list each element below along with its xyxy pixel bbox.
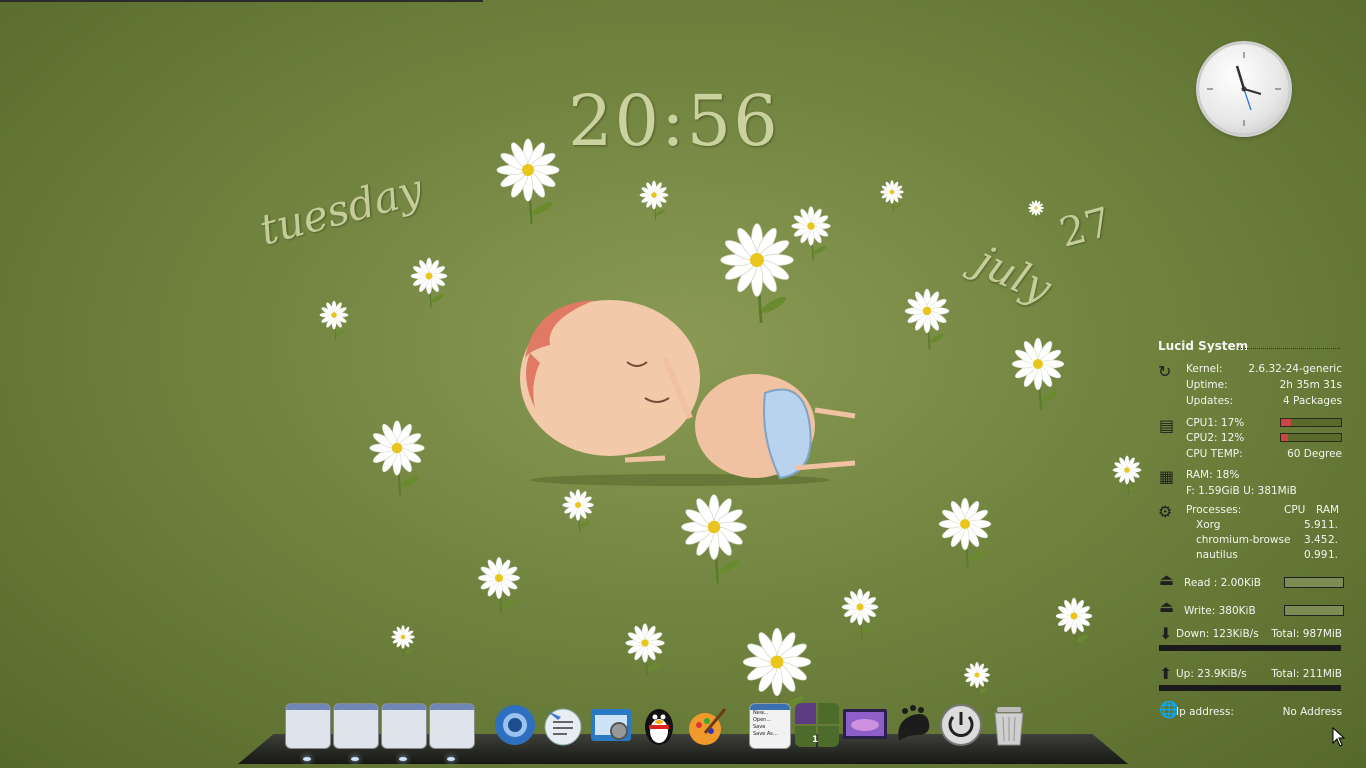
process-ram: 2. — [1328, 534, 1339, 546]
title-divider — [1238, 348, 1340, 349]
cpu2-gauge-fill — [1281, 434, 1289, 441]
clock-face-icon — [1207, 52, 1281, 126]
gear-icon: ⚙ — [1158, 502, 1173, 521]
memory-line: F: 1.59GiB U: 381MiB — [1186, 485, 1297, 497]
processes-label: Processes: — [1186, 504, 1242, 516]
camera-icon[interactable] — [589, 703, 633, 747]
ram-label: RAM: 18% — [1186, 469, 1240, 481]
ram-icon: ▦ — [1159, 467, 1175, 486]
write-graph — [1284, 605, 1344, 616]
mouse-pointer-icon — [1332, 727, 1346, 747]
paint-icon[interactable] — [685, 703, 729, 747]
menu-item-save: Save — [753, 724, 766, 730]
monitor-icon[interactable] — [843, 703, 887, 747]
window-thumb-2[interactable] — [333, 703, 379, 749]
menu-item-new: New... — [753, 710, 769, 716]
trash-icon[interactable] — [987, 703, 1031, 747]
up-label: Up: 23.9KiB/s — [1176, 668, 1247, 680]
process-ram: 1. — [1328, 519, 1339, 531]
uptime-label: Uptime: — [1186, 379, 1228, 391]
analog-clock[interactable] — [1199, 44, 1289, 134]
uptime-value: 2h 35m 31s — [1279, 379, 1342, 391]
window-thumb-4[interactable] — [429, 703, 475, 749]
down-graph — [1159, 645, 1341, 651]
process-cpu: 3.45 — [1304, 534, 1328, 546]
gedit-icon[interactable] — [541, 703, 585, 747]
cpu1-gauge-fill — [1281, 419, 1292, 426]
menu-item-save-as: Save As... — [753, 731, 778, 737]
col-ram-header: RAM — [1316, 504, 1340, 516]
process-cpu: 0.99 — [1304, 549, 1328, 561]
ip-label: Ip address: — [1176, 706, 1234, 718]
read-graph — [1284, 577, 1344, 588]
up-total: Total: 211MiB — [1271, 668, 1342, 680]
updates-value: 4 Packages — [1282, 395, 1342, 407]
running-indicator — [351, 757, 359, 761]
desktop-clock: 20:56 — [568, 80, 780, 162]
download-arrow-icon: ⬇ — [1159, 624, 1173, 643]
kernel-label: Kernel: — [1186, 363, 1223, 375]
process-name: chromium-browse — [1196, 534, 1291, 546]
col-cpu-header: CPU — [1284, 504, 1306, 516]
cpu2-gauge — [1280, 433, 1342, 442]
window-thumb-3[interactable] — [381, 703, 427, 749]
running-indicator — [303, 757, 311, 761]
workspace-icon[interactable]: 1 — [795, 703, 839, 747]
window-thumb-1[interactable] — [285, 703, 331, 749]
power-icon[interactable] — [939, 703, 983, 747]
read-label: Read : 2.00KiB — [1184, 577, 1261, 589]
menu-item-open: Open... — [753, 717, 772, 723]
cpu-temp-label: CPU TEMP: — [1186, 448, 1243, 460]
running-indicator — [399, 757, 407, 761]
penguin-icon[interactable] — [637, 703, 681, 747]
cpu-temp-value: 60 Degree — [1287, 448, 1342, 460]
sysmon-title: Lucid System — [1158, 339, 1249, 353]
document-menu-icon[interactable]: New... Open... Save Save As... — [749, 703, 791, 749]
kernel-value: 2.6.32-24-generic — [1248, 363, 1342, 375]
disk-write-icon: ⏏ — [1159, 597, 1175, 616]
updates-label: Updates: — [1186, 395, 1234, 407]
cpu-chip-icon: ▤ — [1159, 416, 1175, 435]
process-name: Xorg — [1196, 519, 1221, 531]
cpu1-gauge — [1280, 418, 1342, 427]
disk-read-icon: ⏏ — [1159, 570, 1175, 589]
sleeping-baby-illustration — [520, 300, 856, 486]
chromium-icon[interactable] — [493, 703, 537, 747]
up-graph — [1159, 685, 1341, 691]
cpu1-label: CPU1: 17% — [1186, 417, 1245, 429]
down-total: Total: 987MiB — [1271, 628, 1342, 640]
workspace-badge: 1 — [812, 735, 819, 745]
ip-value: No Address — [1282, 706, 1342, 718]
cpu2-label: CPU2: 12% — [1186, 432, 1245, 444]
down-label: Down: 123KiB/s — [1176, 628, 1259, 640]
gnome-foot-icon[interactable] — [891, 703, 935, 747]
process-ram: 1. — [1328, 549, 1339, 561]
process-cpu: 5.91 — [1304, 519, 1328, 531]
running-indicator — [447, 757, 455, 761]
process-name: nautilus — [1196, 549, 1238, 561]
upload-arrow-icon: ⬆ — [1159, 664, 1173, 683]
write-label: Write: 380KiB — [1184, 605, 1256, 617]
debian-swirl-icon: ↻ — [1158, 362, 1172, 381]
